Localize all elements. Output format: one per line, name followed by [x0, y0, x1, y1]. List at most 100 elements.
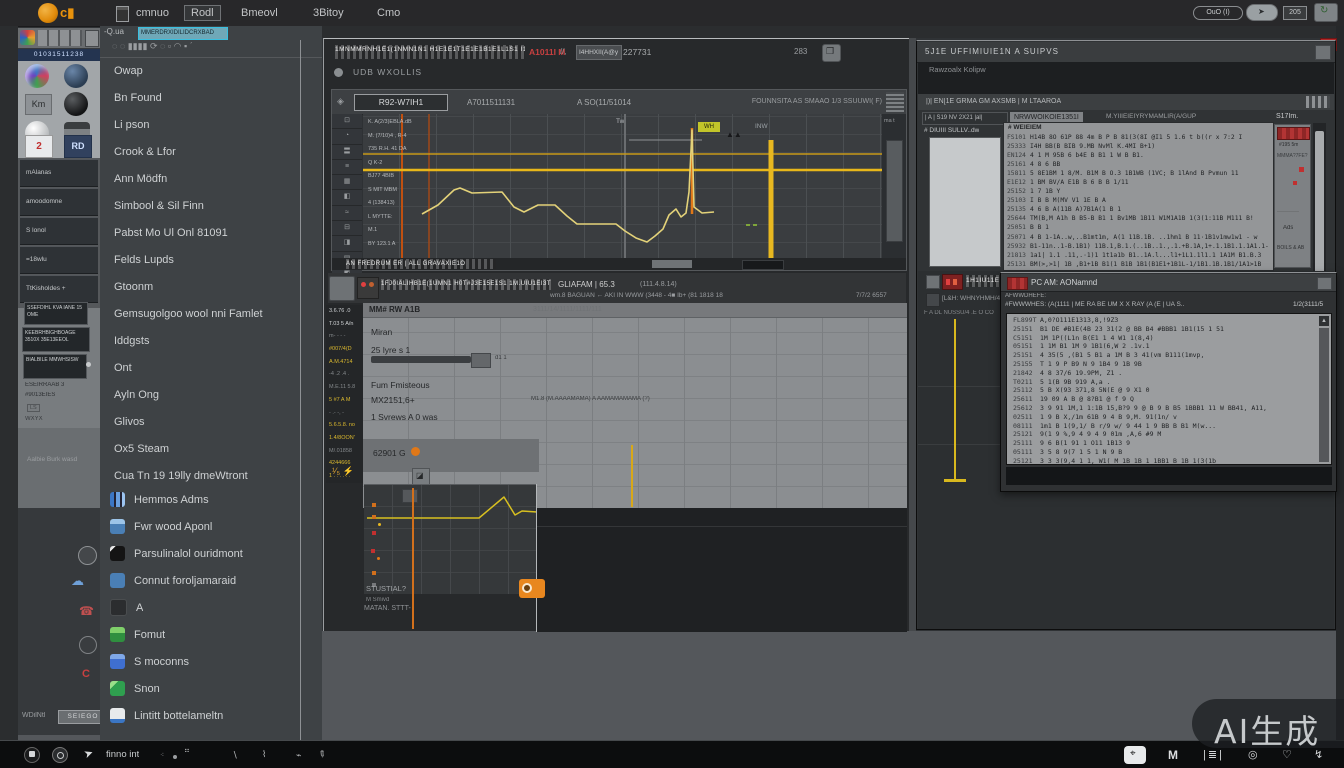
tray-pen-icon[interactable]: ✎ — [315, 748, 328, 761]
rt-titlebar[interactable]: 5J1E UFFIMIUIE1N A SUIPVS — [917, 42, 1335, 63]
code-line[interactable]: 05111 3 5 8 9(7 1 5 1 N 9 B — [1013, 448, 1318, 457]
menu-item-2[interactable]: Rodl — [184, 5, 221, 21]
rb2-scroll-up-button[interactable]: ▲ — [1319, 316, 1329, 326]
pattern-row[interactable]: m- - - - — [326, 330, 363, 343]
chart-vscrollbar[interactable] — [886, 140, 903, 242]
tray-wave-icon[interactable]: ⌇ — [262, 749, 266, 760]
rb-red-box[interactable] — [942, 274, 963, 290]
automation-tool-box[interactable] — [402, 489, 418, 503]
chart-tool-button[interactable]: ◨ — [332, 236, 362, 251]
chart-tool-button[interactable]: 〓 — [332, 145, 362, 160]
globe-small-icon[interactable] — [78, 546, 97, 565]
main-toolbar-button[interactable]: ❐ — [822, 44, 841, 62]
code-line[interactable]: 25161 4 8 6 BB — [1007, 160, 1270, 169]
sidebar-item[interactable]: Ayln Ong — [100, 382, 300, 409]
code-line[interactable]: 25121 3 3 3(9,4 1 1, W1( M 1B 1B 1 1BB1 … — [1013, 457, 1318, 464]
code-line[interactable]: 25611 19 09 A B @ 8?B1 @ f 9 Q — [1013, 395, 1318, 404]
tray-slash-icon[interactable]: ∖ — [232, 750, 238, 761]
toolbox-list-item[interactable]: TtKisholdes + — [20, 275, 98, 303]
rd-card-icon[interactable]: RD — [64, 135, 92, 158]
code-line[interactable]: 21842 4 8 37/6 19.9PM, Z1 . — [1013, 369, 1318, 378]
toolbox-list-item[interactable]: mAlanas — [20, 159, 98, 187]
code-line[interactable]: 25051 B B 1 — [1007, 223, 1270, 232]
sidebar-icon-item[interactable]: Hemmos Adms — [100, 486, 300, 513]
rt-toolbar-grip[interactable] — [1306, 96, 1330, 108]
taskbar-app-2[interactable] — [52, 747, 68, 763]
toolbox-close-button[interactable] — [85, 30, 99, 47]
chart-tab-3[interactable]: A SO(11/51014 — [577, 98, 631, 107]
rt-scroll-thumb[interactable] — [1315, 131, 1324, 281]
pattern-row[interactable]: 5 #7 A M — [326, 394, 363, 407]
rt-red-badge[interactable] — [1277, 127, 1310, 140]
pattern-row[interactable]: - .- -, - — [326, 407, 363, 420]
sidebar-icon-item[interactable]: Lintitt bottelameltn — [100, 702, 300, 729]
search-label[interactable]: -Q.ua — [104, 27, 124, 36]
code-line[interactable]: 05151 1 1M B1 1M 9 1B1(6,W 2 .1v.1 — [1013, 342, 1318, 351]
sidebar-item[interactable]: Simbool & Sil Finn — [100, 193, 300, 220]
app-switch-button[interactable]: ↻ — [1314, 3, 1338, 22]
pattern-row[interactable]: #007/4(D — [326, 343, 363, 356]
code-line[interactable]: 25333 I4H BB(B BIB 9.MB NvMl K.4MI B+1) — [1007, 142, 1270, 151]
app-logo-icon[interactable] — [38, 3, 58, 23]
tray-app-window-icon[interactable]: ⌖ — [1124, 746, 1146, 764]
code-line[interactable]: E1E12 1 BM BV/A E1B B 6 B B 1/11 — [1007, 178, 1270, 187]
track-row-62901[interactable]: 62901 G — [373, 448, 406, 458]
record-icon[interactable] — [357, 277, 379, 299]
tray-bolt-icon[interactable]: ⌁ — [296, 750, 301, 761]
progress-bar[interactable] — [371, 356, 471, 363]
chart-tool-button[interactable]: ◧ — [332, 190, 362, 205]
cloud-icon[interactable]: ☁ — [71, 573, 84, 589]
track-row-mx[interactable]: MX2151,6+ — [371, 395, 415, 405]
code-line[interactable]: 02511 1 9 B X,/1m 61B 9 4 B 9,M. 91(1n/ … — [1013, 413, 1318, 422]
sidebar-item[interactable]: Iddgsts — [100, 328, 300, 355]
code-line[interactable]: T0211 5 1(B 9B 919 A,a . — [1013, 378, 1318, 387]
count-box-button[interactable]: 205 — [1283, 6, 1307, 20]
pattern-row[interactable]: A.M.4714 — [326, 356, 363, 369]
rb2-content[interactable]: FL899T A,0?O111E1313,8,!9Z3 25151 B1 DE … — [1006, 313, 1332, 465]
tray-braille-icon[interactable]: ⠛ — [184, 748, 190, 757]
menu-item-1[interactable]: cmnuo — [136, 7, 169, 19]
sidebar-item[interactable]: Pabst Mo Ul Onl 81091 — [100, 220, 300, 247]
chart-tool-button[interactable]: ⊟ — [332, 221, 362, 236]
rb2-scrollbar[interactable] — [1319, 328, 1329, 462]
sidebar-icon-item[interactable]: Parsulinalol ouridmont — [100, 540, 300, 567]
menu-item-3[interactable]: Bmeovl — [241, 7, 278, 19]
code-line[interactable]: 25932 B1-11n..1-B.1B1) 11B.1,B.1.(..1B..… — [1007, 242, 1270, 251]
rt-seg-1[interactable]: | A | S19 NV 2X21 |al| — [922, 112, 1008, 125]
toolbox-titlebar[interactable] — [18, 28, 100, 48]
sidebar-item[interactable]: Li pson — [100, 112, 300, 139]
chart-header-grip[interactable] — [886, 92, 904, 112]
rt-code-panel[interactable]: # WEIEIEM FS101 H14B 8O 61P 88 4m B P B … — [1003, 122, 1274, 271]
chart-tool-button[interactable]: ≈ — [332, 206, 362, 221]
address-box[interactable]: MMERDRXIDILIDCRXBAD — [138, 27, 228, 40]
code-line[interactable]: 25612 3 9 91 1M,1 1:1B 15,B?9 9 @ B 9 B … — [1013, 404, 1318, 413]
status-box-2[interactable] — [742, 260, 784, 270]
pattern-row[interactable]: M/.01858 — [326, 445, 363, 458]
pattern-row[interactable]: -4 .2 .4 . — [326, 368, 363, 381]
toolbox-list-item[interactable]: =18wlu — [20, 246, 98, 274]
track-row-svrews[interactable]: 1 Svrews A 0 was — [371, 412, 438, 422]
sidebar-item[interactable]: Felds Lupds — [100, 247, 300, 274]
chart-tool-button[interactable]: ≡ — [332, 160, 362, 175]
main-toolbar-box[interactable]: I4HHXII(A@y — [576, 45, 622, 60]
code-line[interactable]: 25071 4 B 1-1A..w,..B1mt1m, A(1 11B.1B. … — [1007, 233, 1270, 242]
toolbox-mini-buttons[interactable] — [38, 30, 82, 46]
track-row-fum[interactable]: Fum Fmisteous — [371, 380, 430, 390]
tray-dots-icon[interactable]: ⁖ — [160, 751, 164, 759]
progress-handle[interactable] — [471, 353, 491, 368]
code-line[interactable]: EN124 4 1 M 95B 6 b4E B B1 1 W B B1. — [1007, 151, 1270, 160]
code-line[interactable]: 25135 4 6 B A(11B A)7B1A(1 B 1 — [1007, 205, 1270, 214]
pattern-row[interactable]: 1.4/8OON' — [326, 432, 363, 445]
sidebar-icon-item[interactable]: A — [100, 594, 300, 621]
sidebar-icon-item[interactable]: S moconns — [100, 648, 300, 675]
km-chip[interactable]: Km — [25, 94, 52, 115]
code-line[interactable]: 25155 T 1 9 P B9 N 9 1B4 9 1B 9B — [1013, 360, 1318, 369]
rb2-close-button[interactable] — [1317, 277, 1332, 290]
color-sphere-icon[interactable] — [25, 64, 49, 88]
code-line[interactable]: FL899T A,0?O111E1313,8,!9Z3 — [1013, 316, 1318, 325]
automation-panel[interactable] — [364, 484, 537, 594]
oval-button[interactable]: ➤ — [1246, 4, 1278, 21]
code-line[interactable]: 25644 TM(B,M A1h B B5-B B1 1 Bv1MB 1B11 … — [1007, 214, 1270, 223]
chart-tab-2[interactable]: A7011511131 — [467, 98, 515, 107]
code-line[interactable]: 25111 9 6 B(1 91 1 O11 1B13 9 — [1013, 439, 1318, 448]
